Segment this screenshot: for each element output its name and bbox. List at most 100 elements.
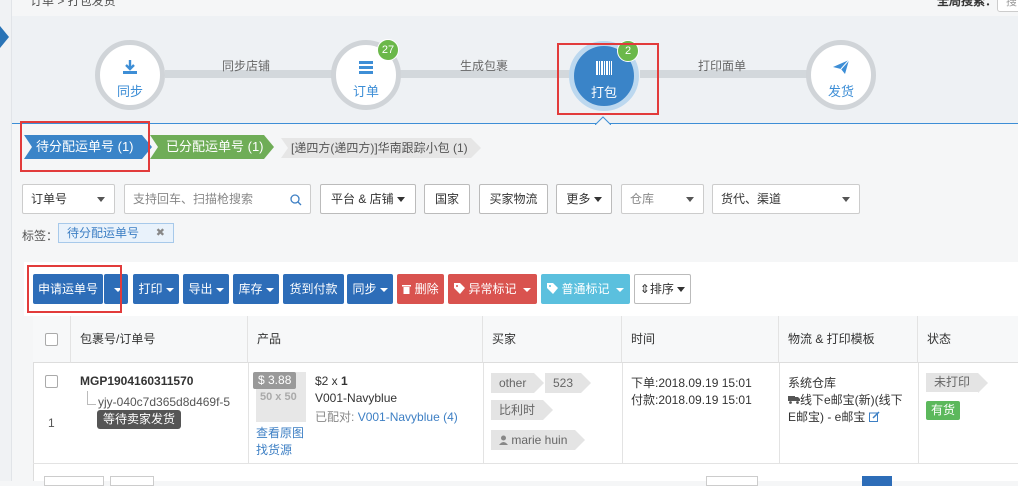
normal-mark-button[interactable]: 普通标记 (541, 274, 630, 304)
logistics-line2-wrap: E邮宝) - e邮宝 (788, 408, 880, 425)
stock-status-badge: 有货 (926, 401, 961, 420)
paper-plane-icon (811, 59, 871, 79)
highlight-pack-step (557, 43, 659, 115)
abnormal-mark-label: 异常标记 (468, 282, 517, 296)
export-label: 导出 (188, 282, 213, 296)
sort-icon: ⇕ (639, 282, 650, 296)
caret-down-icon (593, 197, 602, 203)
stock-label: 库存 (238, 282, 263, 296)
price-badge: $ 3.88 (253, 372, 297, 389)
row-divider (622, 363, 623, 464)
export-button[interactable]: 导出 (183, 274, 229, 304)
platform-store-label: 平台 & 店铺 (330, 192, 394, 206)
flow-connector-label: 同步店铺 (222, 59, 271, 73)
more-label: 更多 (566, 192, 591, 206)
sort-label: 排序 (649, 282, 674, 296)
buyer-count-tag: 523 (545, 373, 592, 393)
tab-assigned[interactable]: 已分配运单号 (1) (152, 135, 276, 159)
country-button[interactable]: 国家 (424, 184, 470, 214)
col-logistics: 物流 & 打印模板 (779, 316, 918, 363)
step-label: 订单 (352, 84, 379, 99)
tag-icon (547, 282, 559, 296)
user-icon (499, 433, 508, 447)
highlight-pending-tab (20, 121, 150, 172)
view-image-link[interactable]: 查看原图 (256, 424, 304, 441)
order-number[interactable]: yjy-040c7d365d8d469f-5 (98, 395, 230, 409)
product-sku: V001-Navyblue (315, 391, 398, 405)
order-time: 下单:2018.09.19 15:01 (631, 376, 752, 390)
flow-connector-label: 生成包裹 (460, 59, 509, 73)
order-no-select[interactable]: 订单号 (22, 184, 115, 214)
global-search-input[interactable]: 搜 (997, 0, 1018, 12)
global-search-label: 全局搜索： (937, 0, 998, 8)
row-index: 1 (48, 416, 55, 430)
unit-price-qty: $2 x 1 (315, 374, 348, 388)
abnormal-mark-button[interactable]: 异常标记 (448, 274, 537, 304)
tag-icon (454, 282, 466, 296)
platform-store-button[interactable]: 平台 & 店铺 (320, 184, 416, 214)
search-input[interactable]: 支持回车、扫描枪搜索 (124, 184, 311, 214)
buyer-name: marie huin (511, 433, 568, 447)
tags-label: 标签： (22, 229, 59, 243)
buyer-logistics-button[interactable]: 买家物流 (479, 184, 548, 214)
pagination-current[interactable] (862, 476, 892, 486)
tag-chip-pending: 待分配运单号 ✖ (58, 223, 174, 243)
page-size-select[interactable] (44, 476, 104, 486)
pagination-prev[interactable] (706, 476, 758, 486)
left-sidebar (0, 0, 12, 481)
tree-connector (87, 391, 96, 405)
trash-icon (402, 282, 412, 296)
breadcrumb: 订单 > 打包发货 (30, 0, 116, 8)
cod-button[interactable]: 货到付款 (283, 274, 344, 304)
buyer-source-tag: other (491, 373, 545, 393)
sort-button[interactable]: ⇕排序 (634, 274, 691, 304)
flow-connector-label: 打印面单 (698, 59, 747, 73)
tag-chip-label: 待分配运单号 (67, 226, 140, 240)
truck-icon (788, 393, 800, 407)
row-divider (248, 363, 249, 464)
print-button[interactable]: 打印 (133, 274, 179, 304)
thumbnail-size: 50 x 50 (260, 391, 297, 403)
logistics-method: 线下e邮宝(新)(线下 (788, 391, 903, 408)
logistics-line2: E邮宝) - e邮宝 (788, 410, 866, 424)
matched-sku-link[interactable]: V001-Navyblue (4) (358, 410, 458, 424)
row-divider (779, 363, 780, 464)
col-package-order: 包裹号/订单号 (71, 316, 248, 363)
unit-price: $2 x (315, 374, 338, 388)
col-product: 产品 (248, 316, 483, 363)
quantity: 1 (341, 374, 348, 388)
col-time: 时间 (622, 316, 779, 363)
tab-channel[interactable]: [递四方(递四方)]华南跟踪小包 (1) (291, 138, 468, 158)
delete-button[interactable]: 删除 (397, 274, 444, 304)
edit-icon[interactable] (868, 410, 880, 424)
warehouse-select[interactable]: 仓库 (621, 184, 704, 214)
delete-label: 删除 (414, 282, 439, 296)
step-label: 同步 (116, 84, 143, 99)
select-all-checkbox[interactable] (45, 333, 58, 346)
close-icon[interactable]: ✖ (156, 224, 165, 242)
select-all-header (33, 316, 71, 363)
col-buyer: 买家 (483, 316, 622, 363)
step-ship[interactable]: 发货 (806, 40, 876, 110)
download-icon (100, 59, 160, 79)
caret-down-icon (397, 197, 406, 203)
page-jump-input[interactable] (110, 476, 154, 486)
orders-count-badge: 27 (377, 39, 399, 61)
print-label: 打印 (138, 282, 163, 296)
list-icon (336, 59, 396, 79)
forwarder-channel-select[interactable]: 货代、渠道 (712, 184, 860, 214)
row-divider (918, 363, 919, 464)
step-label: 发货 (827, 84, 854, 99)
search-icon[interactable] (290, 185, 302, 213)
step-sync[interactable]: 同步 (95, 40, 165, 110)
search-placeholder: 支持回车、扫描枪搜索 (133, 192, 254, 206)
package-number[interactable]: MGP1904160311570 (80, 374, 193, 388)
more-button[interactable]: 更多 (556, 184, 612, 214)
logistics-line1: 线下e邮宝(新)(线下 (800, 393, 903, 407)
find-source-link[interactable]: 找货源 (256, 441, 292, 458)
sidebar-toggle-icon[interactable] (0, 26, 9, 48)
stock-button[interactable]: 库存 (233, 274, 279, 304)
sync-button[interactable]: 同步 (347, 274, 393, 304)
row-checkbox[interactable] (45, 375, 58, 388)
buyer-country-tag: 比利时 (491, 400, 554, 420)
